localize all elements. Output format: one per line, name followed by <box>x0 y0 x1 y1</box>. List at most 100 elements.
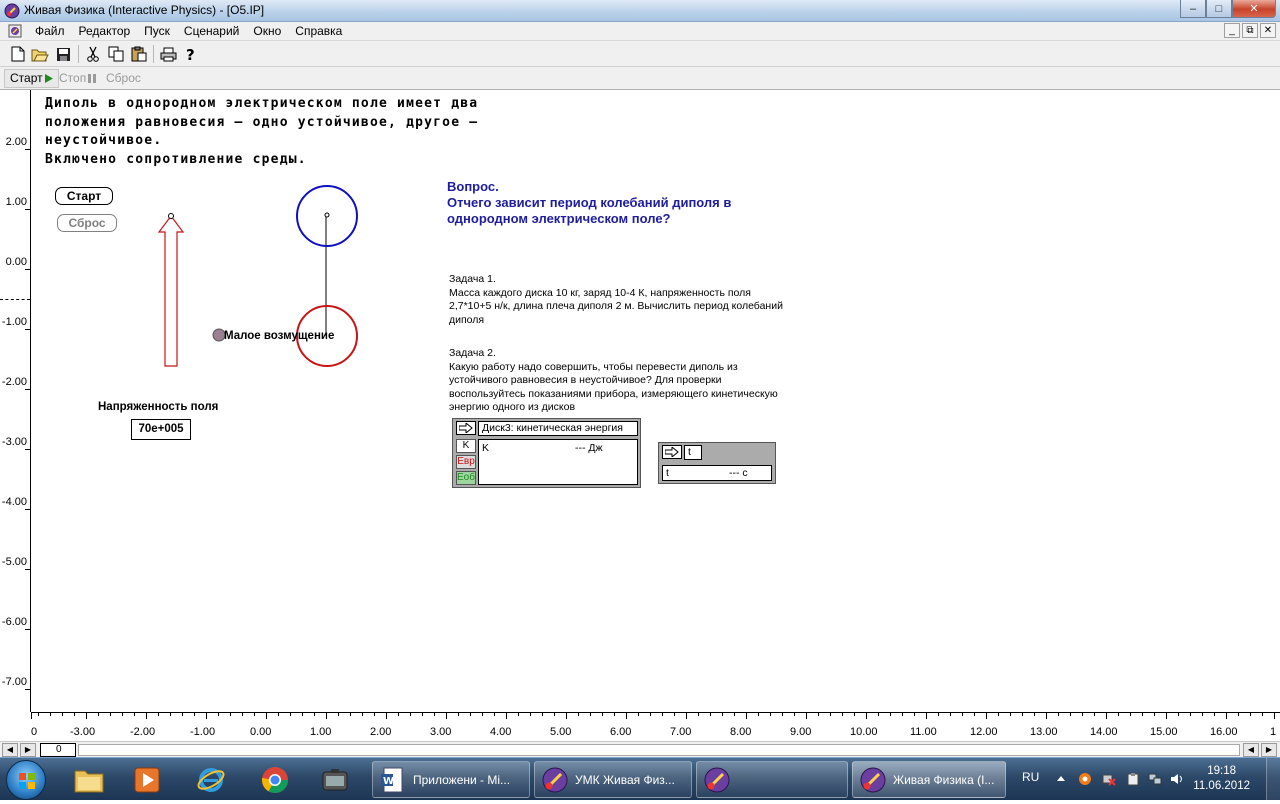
language-indicator[interactable]: RU <box>1022 770 1039 784</box>
frame-number-field[interactable]: 0 <box>40 743 76 757</box>
frame-step-button[interactable]: ▶ <box>20 743 36 757</box>
start-button[interactable] <box>6 760 46 800</box>
ruler-minor-tick <box>1166 713 1167 716</box>
horizontal-ruler: 0 -3.00 -2.00 -1.00 0.00 1.00 2.00 3.00 … <box>31 712 1280 741</box>
meter-evr-toggle[interactable]: Евр <box>456 455 476 469</box>
clock-date: 11.06.2012 <box>1193 780 1250 792</box>
field-vector-arrow[interactable] <box>157 215 185 367</box>
taskbar-task-physics-active[interactable]: Живая Физика (I... <box>852 761 1006 798</box>
task-1: Задача 1. Масса каждого диска 10 кг, зар… <box>449 273 789 327</box>
cut-button[interactable] <box>83 45 103 63</box>
ruler-minor-tick <box>530 713 531 716</box>
meter-menu-button[interactable] <box>456 421 476 435</box>
frame-end-button[interactable]: ◀ <box>1243 743 1259 757</box>
toolbar: ? <box>0 41 1280 67</box>
minimize-button[interactable]: – <box>1180 0 1206 18</box>
time-meter[interactable]: t t --- c <box>658 442 776 484</box>
volume-icon[interactable] <box>1170 772 1184 786</box>
camera-app-pin[interactable] <box>308 761 362 798</box>
taskbar-task-umk[interactable]: УМК Живая Физ... <box>534 761 692 798</box>
maximize-button[interactable]: □ <box>1206 0 1232 18</box>
ruler-minor-tick <box>866 713 867 716</box>
ruler-minor-tick <box>926 713 927 716</box>
clipboard-tray-icon[interactable] <box>1126 772 1140 786</box>
toolbar-separator <box>78 45 79 63</box>
paste-button[interactable] <box>129 45 149 63</box>
show-hidden-icons-icon[interactable] <box>1054 772 1068 786</box>
open-file-button[interactable] <box>30 45 50 63</box>
menu-run[interactable]: Пуск <box>137 24 177 39</box>
run-start-button[interactable]: Старт <box>4 69 59 88</box>
mdi-close-button[interactable]: ✕ <box>1260 23 1276 38</box>
network-icon[interactable] <box>1148 772 1162 786</box>
toolbar-separator <box>153 45 154 63</box>
ruler-minor-tick <box>1190 713 1191 716</box>
meter-k-toggle[interactable]: K <box>456 439 476 453</box>
question-title: Вопрос. <box>447 179 499 194</box>
ruler-minor-tick <box>122 713 123 716</box>
scroll-left-button[interactable]: ◀ <box>2 743 18 757</box>
scroll-right-button[interactable]: ▶ <box>1261 743 1277 757</box>
menu-file[interactable]: Файл <box>28 24 72 39</box>
show-desktop-button[interactable] <box>1266 758 1280 801</box>
ruler-minor-tick <box>758 713 759 716</box>
media-player-pin[interactable] <box>120 761 174 798</box>
save-file-button[interactable] <box>53 45 73 63</box>
explorer-pin[interactable] <box>62 761 116 798</box>
physics-app-icon <box>542 767 568 792</box>
ruler-minor-tick <box>110 713 111 716</box>
chrome-pin[interactable] <box>248 761 302 798</box>
copy-button[interactable] <box>106 45 126 63</box>
ruler-minor-tick <box>842 713 843 716</box>
ruler-minor-tick <box>158 713 159 716</box>
network-warning-icon[interactable] <box>1102 772 1116 786</box>
mdi-restore-button[interactable]: ⧉ <box>1242 23 1258 38</box>
frame-slider-track[interactable] <box>78 744 1240 756</box>
ruler-minor-tick <box>1250 713 1251 716</box>
ruler-minor-tick <box>698 713 699 716</box>
taskbar-task-word[interactable]: W Приложени - Mi... <box>372 761 530 798</box>
menu-window[interactable]: Окно <box>246 24 288 39</box>
meter-readout-label: t <box>666 467 669 479</box>
menu-help[interactable]: Справка <box>288 24 349 39</box>
menu-editor[interactable]: Редактор <box>72 24 138 39</box>
avast-icon[interactable] <box>1078 772 1092 786</box>
print-button[interactable] <box>158 45 178 63</box>
ruler-minor-tick <box>278 713 279 716</box>
internet-explorer-pin[interactable] <box>184 761 238 798</box>
close-button[interactable]: ✕ <box>1232 0 1276 18</box>
camera-icon <box>322 768 348 790</box>
ruler-minor-tick <box>1010 713 1011 716</box>
ruler-minor-tick <box>998 713 999 716</box>
simulation-workspace[interactable]: Диполь в однородном электрическом поле и… <box>31 90 1280 712</box>
ruler-minor-tick <box>206 713 207 716</box>
ruler-minor-tick <box>338 713 339 716</box>
help-button[interactable]: ? <box>181 45 201 63</box>
ruler-minor-tick <box>326 713 327 716</box>
run-stop-button[interactable]: Стоп <box>54 69 101 88</box>
ruler-minor-tick <box>434 713 435 716</box>
menu-bar: Файл Редактор Пуск Сценарий Окно Справка… <box>0 22 1280 41</box>
meter-menu-button[interactable] <box>662 445 682 459</box>
mdi-minimize-button[interactable]: _ <box>1224 23 1240 38</box>
taskbar-task-physics-1[interactable] <box>696 761 848 798</box>
menu-script[interactable]: Сценарий <box>177 24 246 39</box>
system-clock[interactable]: 19:18 11.06.2012 <box>1193 764 1250 794</box>
document-icon[interactable] <box>8 24 22 38</box>
ruler-minor-tick <box>98 713 99 716</box>
vertical-ruler: 2.00 1.00 0.00 -1.00 -2.00 -3.00 -4.00 -… <box>0 90 31 712</box>
ruler-minor-tick <box>470 713 471 716</box>
ruler-minor-tick <box>602 713 603 716</box>
question-block: Вопрос. Отчего зависит период колебаний … <box>447 179 731 227</box>
new-file-button[interactable] <box>8 45 28 63</box>
ruler-minor-tick <box>1046 713 1047 716</box>
ruler-minor-tick <box>230 713 231 716</box>
run-reset-button[interactable]: Сброс <box>101 69 146 88</box>
ruler-minor-tick <box>938 713 939 716</box>
field-strength-input[interactable]: 70e+005 <box>131 419 191 440</box>
ruler-minor-tick <box>1262 713 1263 716</box>
ruler-minor-tick <box>1178 713 1179 716</box>
ruler-minor-tick <box>134 713 135 716</box>
meter-epot-toggle[interactable]: Eоб <box>456 471 476 485</box>
kinetic-energy-meter[interactable]: Диск3: кинетическая энергия K Евр Eоб K … <box>452 418 641 488</box>
